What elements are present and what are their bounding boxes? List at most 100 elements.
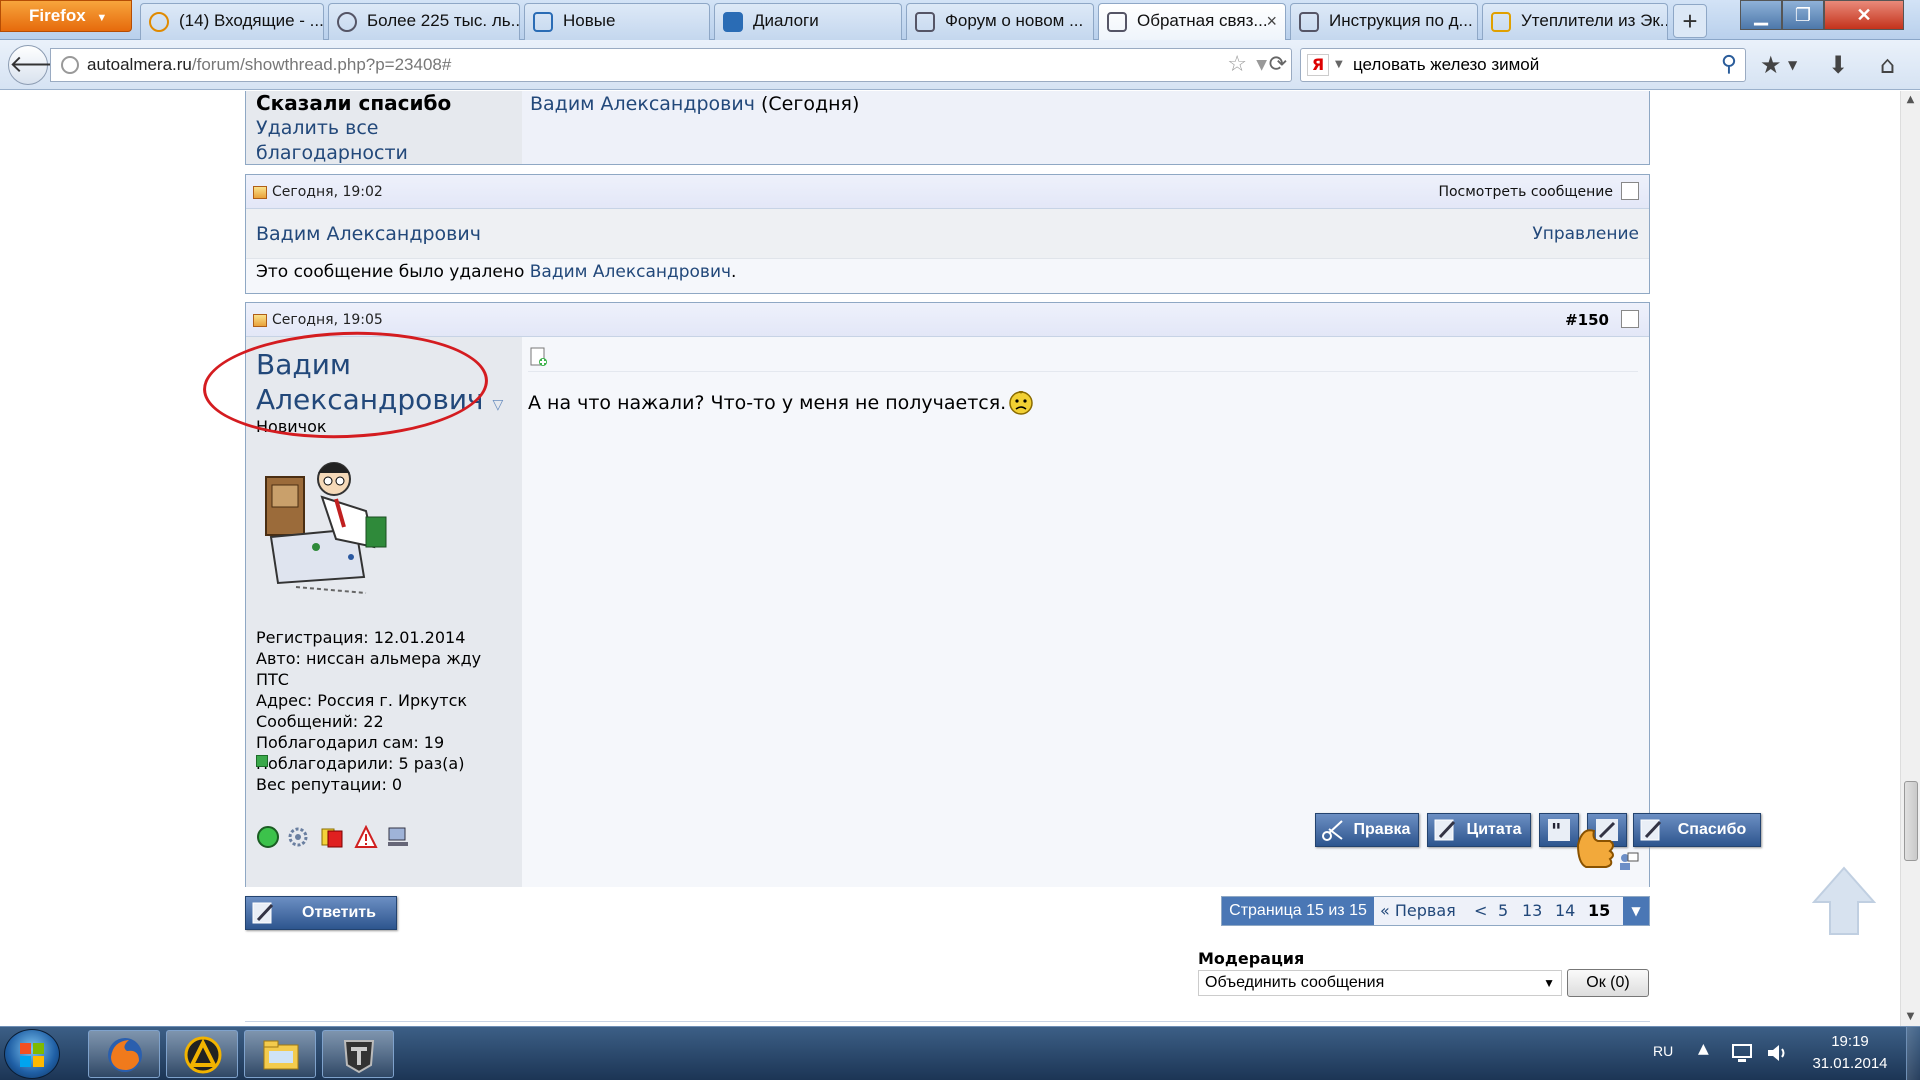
pagination: Страница 15 из 15 « Первая < 5 13 14 15 …: [1221, 896, 1650, 926]
scissors-icon: [1322, 820, 1343, 841]
edit-button[interactable]: Правка: [1315, 813, 1419, 847]
tab-dialogs[interactable]: Диалоги: [714, 3, 902, 40]
scroll-to-top-icon[interactable]: [1812, 866, 1876, 936]
gears-icon[interactable]: [286, 825, 310, 849]
reload-icon[interactable]: ⟳: [1269, 49, 1287, 81]
pencil-icon: [1434, 819, 1456, 841]
close-icon[interactable]: ×: [1266, 4, 1277, 38]
bookmarks-icon[interactable]: ★: [1760, 48, 1782, 82]
new-tab-button[interactable]: +: [1673, 4, 1707, 38]
minimize-button[interactable]: ▁: [1740, 0, 1782, 30]
show-desktop-button[interactable]: [1906, 1027, 1920, 1080]
scroll-thumb[interactable]: [1904, 781, 1918, 861]
info-reputation: Вес репутации: 0: [256, 775, 403, 794]
tab-label: (14) Входящие - ...: [179, 11, 324, 30]
reputation-icon: [256, 755, 268, 767]
page-link-14[interactable]: 14: [1555, 897, 1575, 925]
post-number-link[interactable]: #150: [1565, 303, 1609, 337]
reply-button[interactable]: Ответить: [245, 896, 397, 930]
search-icon[interactable]: ⚲: [1721, 49, 1737, 81]
deleted-by-user-link[interactable]: Вадим Александрович: [530, 262, 731, 282]
tab-news[interactable]: Более 225 тыс. ль...: [328, 3, 520, 40]
taskbar-app-triangle[interactable]: [166, 1030, 238, 1078]
svg-text:": ": [1551, 819, 1561, 843]
tab-forum[interactable]: Форум о новом ...: [906, 3, 1094, 40]
info-posts: Сообщений: 22: [256, 712, 384, 731]
moderation-select[interactable]: Объединить сообщения ▼: [1198, 970, 1562, 996]
tab-new[interactable]: Новые: [524, 3, 710, 40]
deleted-post: Сегодня, 19:02 Посмотреть сообщение Вади…: [245, 174, 1650, 294]
start-button[interactable]: [4, 1029, 60, 1079]
deleted-post-author-link[interactable]: Вадим Александрович: [256, 209, 481, 259]
page-link-13[interactable]: 13: [1522, 897, 1542, 925]
language-indicator[interactable]: RU: [1653, 1043, 1673, 1059]
firefox-icon: [108, 1038, 142, 1072]
page-viewport: Сказали спасибо Удалить все благодарност…: [0, 91, 1900, 1026]
info-was-thanked: Поблагодарили: 5 раз(а): [256, 754, 465, 773]
chevron-down-icon[interactable]: ▽: [492, 397, 503, 413]
computer-icon[interactable]: [386, 825, 410, 849]
author-info: Регистрация: 12.01.2014 Авто: ниссан аль…: [256, 627, 516, 795]
remove-all-thanks-link[interactable]: Удалить все благодарности: [256, 116, 496, 166]
taskbar-clock[interactable]: 19:19 31.01.2014: [1800, 1031, 1900, 1075]
close-icon: ✕: [1856, 5, 1872, 25]
taskbar-firefox[interactable]: [88, 1030, 160, 1078]
tab-label: Утеплители из Эк...: [1521, 11, 1668, 30]
network-icon[interactable]: [1730, 1042, 1756, 1064]
moderation-selected: Объединить сообщения: [1205, 974, 1385, 991]
car-icon: [337, 12, 357, 32]
chevron-down-icon[interactable]: ▼: [1256, 49, 1267, 81]
chat-icon: [723, 12, 743, 32]
scroll-up-icon[interactable]: ▲: [1901, 91, 1920, 109]
thanks-user-link[interactable]: Вадим Александрович: [530, 93, 755, 115]
firefox-menu-button[interactable]: Firefox ▼: [0, 0, 132, 32]
report-icon[interactable]: [354, 825, 378, 849]
restore-icon: ❐: [1794, 5, 1812, 25]
page-link-5[interactable]: 5: [1498, 897, 1508, 925]
close-window-button[interactable]: ✕: [1824, 0, 1904, 30]
chevron-down-icon: ▼: [1543, 976, 1555, 990]
chevron-down-icon[interactable]: ▼: [1335, 49, 1343, 81]
quote-button[interactable]: Цитата: [1427, 813, 1531, 847]
chevron-down-icon[interactable]: ▼: [1623, 897, 1649, 925]
thumbs-up-icon[interactable]: [1572, 823, 1616, 875]
select-post-checkbox[interactable]: [1621, 182, 1639, 200]
yandex-icon[interactable]: Я: [1307, 54, 1329, 76]
taskbar-world-of-tanks[interactable]: [322, 1030, 394, 1078]
home-icon[interactable]: ⌂: [1880, 48, 1895, 82]
moderation-ok-button[interactable]: Ок (0): [1567, 969, 1649, 997]
windows-logo-icon: [20, 1043, 44, 1067]
thanks-button[interactable]: Спасибо: [1633, 813, 1761, 847]
prev-page-link[interactable]: <: [1474, 897, 1487, 925]
search-input[interactable]: целовать железо зимой: [1353, 49, 1539, 81]
back-button[interactable]: 🡐: [8, 45, 73, 85]
quote-label: Цитата: [1466, 821, 1522, 838]
tab-feedback[interactable]: Обратная связ... ×: [1098, 3, 1286, 41]
select-post-checkbox[interactable]: [1621, 310, 1639, 328]
manage-link[interactable]: Управление: [1532, 209, 1639, 259]
search-bar[interactable]: Я ▼ целовать железо зимой ⚲: [1300, 48, 1746, 82]
user-report-icon[interactable]: [1617, 850, 1639, 872]
thanks-title: Сказали спасибо: [256, 91, 452, 115]
windows-taskbar: RU ▲ 19:19 31.01.2014: [0, 1026, 1920, 1080]
url-text: autoalmera.ru/forum/showthread.php?p=234…: [87, 49, 451, 81]
page-scrollbar[interactable]: ▲ ▼: [1900, 91, 1920, 1026]
tab-inbox[interactable]: (14) Входящие - ...: [140, 3, 324, 40]
scroll-down-icon[interactable]: ▼: [1901, 1008, 1920, 1026]
url-bar[interactable]: autoalmera.ru/forum/showthread.php?p=234…: [50, 48, 1292, 82]
folder-icon: [263, 1040, 299, 1070]
tab-instructions[interactable]: Инструкция по д...: [1290, 3, 1478, 40]
online-status-icon: [257, 826, 279, 848]
maximize-button[interactable]: ❐: [1782, 0, 1824, 30]
first-page-link[interactable]: « Первая: [1380, 897, 1456, 925]
download-icon[interactable]: ⬇: [1828, 48, 1848, 82]
tab-label: Форум о новом ...: [945, 11, 1084, 30]
tab-insulation[interactable]: Утеплители из Эк...: [1482, 3, 1668, 40]
deleted-post-message: Это сообщение было удалено Вадим Алексан…: [256, 262, 736, 282]
volume-icon[interactable]: [1765, 1042, 1789, 1064]
warning-card-icon[interactable]: [320, 825, 344, 849]
taskbar-explorer[interactable]: [244, 1030, 316, 1078]
tray-expand-icon[interactable]: ▲: [1698, 1041, 1709, 1057]
chevron-down-icon[interactable]: ▼: [1788, 48, 1797, 82]
bookmark-star-icon[interactable]: ☆: [1227, 49, 1247, 81]
